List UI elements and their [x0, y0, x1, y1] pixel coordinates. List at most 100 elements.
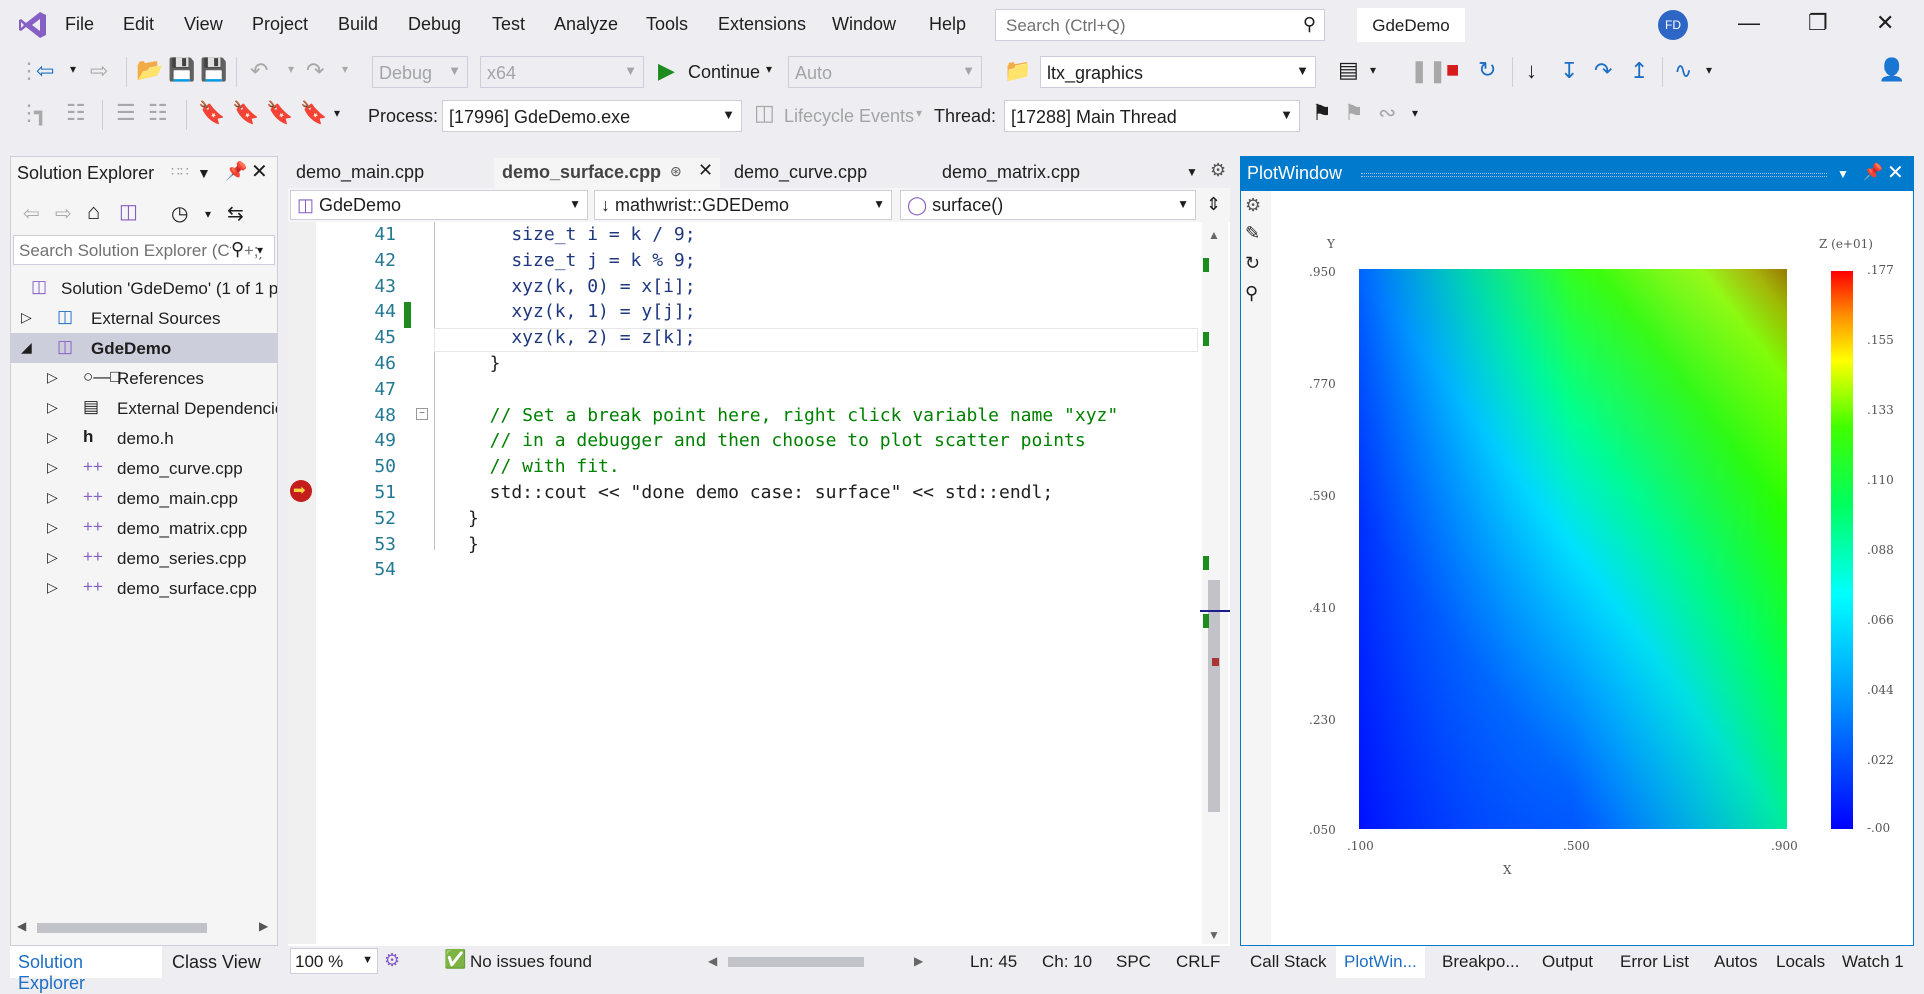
chevron-down-icon[interactable]: ▼	[197, 165, 211, 181]
sync-icon[interactable]: ⇆	[227, 201, 244, 226]
pin-icon[interactable]: ⊛	[670, 163, 682, 180]
scroll-up-icon[interactable]: ▲	[1208, 228, 1220, 242]
menu-extensions[interactable]: Extensions	[718, 14, 806, 35]
next-bookmark-icon[interactable]: 🔖	[266, 100, 293, 126]
back-icon[interactable]: ⇦	[23, 201, 40, 226]
scope-nav-select[interactable]: ↓ mathwrist::GDEDemo ▼	[594, 190, 892, 220]
tab-class-view[interactable]: Class View	[164, 946, 274, 978]
issues-status[interactable]: No issues found	[470, 952, 592, 972]
forward-icon[interactable]: ⇨	[55, 201, 72, 226]
clear-bookmarks-icon[interactable]: 🔖	[300, 100, 327, 126]
switch-views-icon[interactable]: ◫	[119, 199, 138, 224]
chevron-down-icon[interactable]: ▾	[342, 62, 348, 76]
process-select[interactable]: [17996] GdeDemo.exe ▼	[442, 100, 742, 132]
pin-icon[interactable]: 📌	[1863, 162, 1883, 182]
gear-icon[interactable]: ⚙	[1210, 160, 1226, 181]
uncomment-icon[interactable]: ☷	[148, 100, 168, 126]
scroll-thumb[interactable]	[1208, 580, 1220, 812]
code-line[interactable]: 53}	[288, 534, 1198, 560]
tab-watch-1[interactable]: Watch 1	[1842, 952, 1904, 972]
pending-changes-icon[interactable]: ◷	[171, 201, 188, 226]
tab-locals[interactable]: Locals	[1776, 952, 1825, 972]
tree-item-demo-main[interactable]: ▷ ++ demo_main.cpp	[11, 483, 277, 513]
code-line[interactable]: 52}	[288, 508, 1198, 534]
line-ending-indicator[interactable]: CRLF	[1176, 952, 1220, 972]
tree-item-references[interactable]: ▷ ○—□ References	[11, 363, 277, 393]
navigate-back-icon[interactable]: ⇦	[36, 58, 54, 84]
thread-select[interactable]: [17288] Main Thread ▼	[1004, 100, 1300, 132]
member-nav-select[interactable]: ◯ surface() ▼	[900, 190, 1196, 220]
menu-file[interactable]: File	[65, 14, 94, 35]
tree-item-demo-series[interactable]: ▷ ++ demo_series.cpp	[11, 543, 277, 573]
scroll-right-icon[interactable]: ▶	[914, 954, 923, 968]
code-line[interactable]: 50 // with fit.	[288, 456, 1198, 482]
lifecycle-events-button[interactable]: Lifecycle Events	[784, 106, 914, 127]
code-line[interactable]: 49 // in a debugger and then choose to p…	[288, 430, 1198, 456]
prev-bookmark-icon[interactable]: 🔖	[232, 100, 259, 126]
expand-icon[interactable]: ▷	[47, 489, 58, 506]
project-nav-select[interactable]: ◫ GdeDemo ▼	[290, 190, 588, 220]
expand-icon[interactable]: ▷	[47, 519, 58, 536]
flag-threads-icon[interactable]: ⚑	[1344, 100, 1364, 126]
split-icon[interactable]: ⇕	[1206, 194, 1221, 215]
menu-window[interactable]: Window	[832, 14, 896, 35]
menu-view[interactable]: View	[184, 14, 223, 35]
menu-test[interactable]: Test	[492, 14, 525, 35]
code-line[interactable]: 45 xyz(k, 2) = z[k];	[288, 327, 1198, 353]
chevron-down-icon[interactable]: ▾	[916, 106, 922, 120]
platform-select[interactable]: x64 ▼	[480, 56, 644, 88]
horizontal-scrollbar[interactable]	[37, 923, 207, 933]
collapse-icon[interactable]: ◢	[21, 339, 32, 356]
tree-item-demo-curve[interactable]: ▷ ++ demo_curve.cpp	[11, 453, 277, 483]
expand-icon[interactable]: ▷	[21, 309, 32, 326]
minimize-icon[interactable]: —	[1738, 10, 1760, 36]
chevron-down-icon[interactable]: ▾	[1706, 63, 1712, 77]
pause-icon[interactable]: ❚❚	[1410, 58, 1447, 84]
refresh-icon[interactable]: ↻	[1245, 253, 1260, 274]
menu-edit[interactable]: Edit	[123, 14, 154, 35]
code-line[interactable]: 41 size_t i = k / 9;	[288, 224, 1198, 250]
restore-icon[interactable]: ❐	[1808, 10, 1828, 36]
home-icon[interactable]: ⌂	[87, 199, 100, 225]
tree-item-demo-matrix[interactable]: ▷ ++ demo_matrix.cpp	[11, 513, 277, 543]
zoom-select[interactable]: 100 % ▼	[290, 948, 378, 974]
code-line[interactable]: 44 xyz(k, 1) = y[j];	[288, 301, 1198, 327]
startup-project-select[interactable]: ltx_graphics ▼	[1040, 56, 1316, 88]
tab-call-stack[interactable]: Call Stack	[1250, 952, 1327, 972]
column-indicator[interactable]: Ch: 10	[1042, 952, 1092, 972]
code-line[interactable]: 43 xyz(k, 0) = x[i];	[288, 276, 1198, 302]
chevron-down-icon[interactable]: ▼	[1186, 165, 1198, 179]
tree-item-external-sources[interactable]: ▷ ◫ External Sources	[11, 303, 277, 333]
redo-icon[interactable]: ↷	[306, 58, 324, 84]
stack-frame-icon[interactable]: ∾	[1378, 100, 1396, 126]
continue-button[interactable]: Continue	[688, 62, 760, 83]
continue-icon[interactable]: ▶	[658, 58, 675, 84]
zoom-icon[interactable]: ⚲	[1245, 283, 1258, 304]
edit-icon[interactable]: ✎	[1245, 223, 1260, 244]
scroll-left-icon[interactable]: ◀	[17, 919, 26, 933]
intellicode-icon[interactable]: ⚙	[384, 950, 400, 971]
tree-item-solution[interactable]: ◫ Solution 'GdeDemo' (1 of 1 project)	[11, 273, 277, 303]
step-out-icon[interactable]: ↥	[1630, 58, 1648, 84]
restart-icon[interactable]: ↻	[1478, 57, 1496, 83]
code-line[interactable]: 42 size_t j = k % 9;	[288, 250, 1198, 276]
save-all-icon[interactable]: 💾	[200, 57, 227, 83]
expand-icon[interactable]: ▷	[47, 459, 58, 476]
settings-icon[interactable]: ⚙	[1245, 195, 1261, 216]
menu-project[interactable]: Project	[252, 14, 308, 35]
expand-icon[interactable]: ▷	[47, 369, 58, 386]
avatar[interactable]: FD	[1658, 10, 1688, 40]
tab-demo-curve[interactable]: demo_curve.cpp	[726, 158, 926, 188]
tab-solution-explorer[interactable]: Solution Explorer	[10, 946, 162, 993]
code-line[interactable]: 48 // Set a break point here, right clic…	[288, 405, 1198, 431]
step-over-icon[interactable]: ↷	[1594, 58, 1612, 84]
menu-debug[interactable]: Debug	[408, 14, 461, 35]
flag-icon[interactable]: ⚑	[1312, 100, 1332, 126]
navigate-forward-icon[interactable]: ⇨	[90, 58, 108, 84]
tab-demo-matrix[interactable]: demo_matrix.cpp	[934, 158, 1134, 188]
chevron-down-icon[interactable]: ▾	[766, 62, 772, 76]
stop-icon[interactable]: ■	[1446, 57, 1459, 83]
tree-item-demo-surface[interactable]: ▷ ++ demo_surface.cpp	[11, 573, 277, 603]
close-tab-icon[interactable]: ✕	[698, 160, 713, 181]
tree-item-demo-h[interactable]: ▷ h demo.h	[11, 423, 277, 453]
